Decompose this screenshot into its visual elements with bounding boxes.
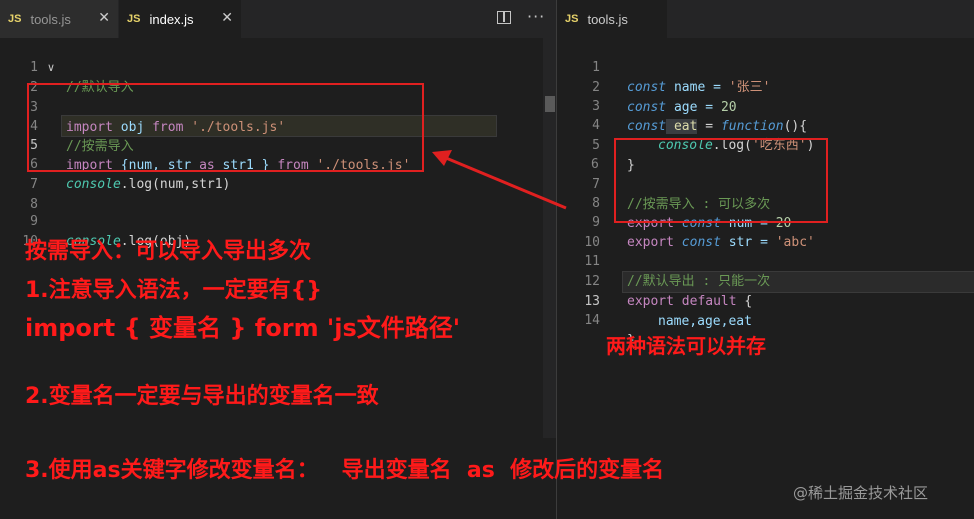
annotation-note-3: import { 变量名 } form 'js文件路径' <box>25 314 461 342</box>
watermark: @稀土掘金技术社区 <box>793 484 929 502</box>
annotation-note-4: 2.变量名一定要与导出的变量名一致 <box>25 384 379 409</box>
annotation-note-6: 两种语法可以并存 <box>606 334 766 358</box>
annotation-note-1: 按需导入：可以导入导出多次 <box>25 239 312 264</box>
annotation-note-2: 1.注意导入语法，一定要有{} <box>25 278 322 303</box>
annotation-note-5: 3.使用as关键字修改变量名： 导出变量名 as 修改后的变量名 <box>25 458 665 483</box>
